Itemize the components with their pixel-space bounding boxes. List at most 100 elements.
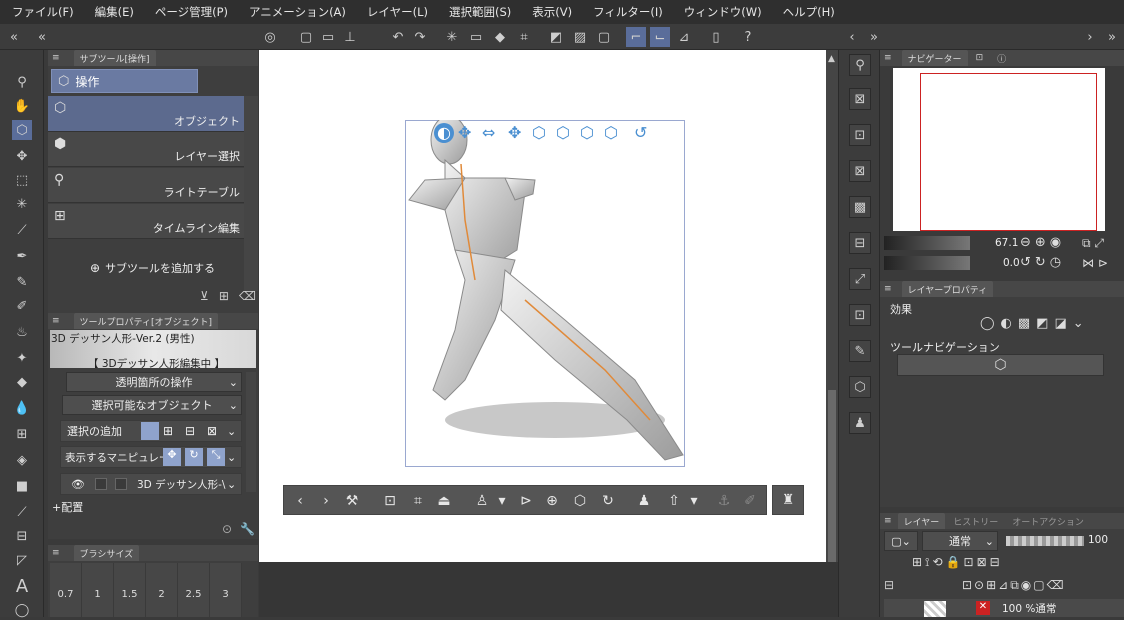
tab-auto-action[interactable]: オートアクション — [1012, 515, 1084, 528]
balloon-icon[interactable]: ◯ — [12, 600, 32, 620]
menu-icon[interactable]: ≡ — [884, 284, 892, 294]
rotate-manip-icon[interactable]: ↻ — [185, 448, 203, 466]
search-icon[interactable]: ⚲ — [849, 54, 871, 76]
new-file-icon[interactable]: ▢ — [296, 27, 316, 47]
chevron-down-icon[interactable]: ⌄ — [227, 425, 236, 438]
pose-icon[interactable]: ♙ — [472, 491, 492, 511]
menu-item-2[interactable]: ページ管理(P) — [155, 4, 228, 20]
tool-nav-button[interactable]: ⬡ — [897, 354, 1104, 376]
sub-tool-object[interactable]: ⬡ オブジェクト — [48, 96, 244, 132]
eye-icon[interactable]: 👁 — [71, 478, 85, 491]
collapse-left-icon[interactable]: « — [4, 27, 24, 47]
add-mode-new-icon[interactable] — [141, 422, 159, 440]
reset-rotation-icon[interactable]: ↻ — [598, 491, 618, 511]
undo-icon[interactable]: ↶ — [388, 27, 408, 47]
brush-size-cell[interactable]: 3 — [210, 563, 242, 617]
open-folder-icon[interactable]: ▭ — [318, 27, 338, 47]
tab-history[interactable]: ヒストリー — [953, 515, 998, 528]
tab-brush-size[interactable]: ブラシサイズ — [73, 545, 140, 561]
brush-size-cell[interactable]: 1 — [82, 563, 114, 617]
scroll-up-icon[interactable]: ▲ — [828, 54, 835, 64]
next-icon[interactable]: › — [316, 491, 336, 511]
snap-icon[interactable]: ↺ — [634, 123, 647, 142]
brush-size-cell[interactable]: 1.5 — [114, 563, 146, 617]
fit-screen-icon[interactable]: ⧉ ⤢ — [1082, 236, 1104, 251]
sub-tool-layer-select[interactable]: ⬢ レイヤー選択 — [48, 132, 244, 167]
clear-icon[interactable]: ▭ — [466, 27, 486, 47]
menu-icon[interactable]: ≡ — [52, 53, 60, 63]
info-icon[interactable]: ⓘ — [997, 52, 1006, 65]
tab-tool-property[interactable]: ツールプロパティ[オブジェクト] — [73, 313, 219, 329]
menu-item-5[interactable]: 選択範囲(S) — [449, 4, 511, 20]
grid-snap-icon[interactable]: ⊿ — [674, 27, 694, 47]
trash-icon[interactable]: ⌫ — [239, 289, 256, 303]
selection-icon[interactable]: ⬚ — [12, 170, 32, 190]
canvas-scrollbar[interactable]: ▲ — [826, 50, 838, 610]
lock-joint-icon[interactable]: ⊕ — [542, 491, 562, 511]
layer-object-row[interactable]: 👁 3D デッサン人形-\ ⌄ — [60, 473, 242, 495]
eraser-icon[interactable]: ◆ — [12, 372, 32, 392]
flip-view-icon[interactable]: ⋈ ⊳ — [1082, 256, 1108, 270]
wrench-icon[interactable]: 🔧 — [240, 522, 255, 536]
bucket-icon[interactable]: ◈ — [12, 450, 32, 470]
brush-size-cell[interactable]: 0.7 — [50, 563, 82, 617]
figure-icon[interactable]: ⟋ — [12, 502, 32, 522]
wrench-icon[interactable]: ⚒ — [342, 491, 362, 511]
close-panel-icon[interactable]: ⊠ — [849, 160, 871, 182]
canvas-icon[interactable]: ◎ — [260, 27, 280, 47]
transform-panel-icon[interactable]: ⤢ — [849, 268, 871, 290]
hand-icon[interactable]: ✋ — [12, 96, 32, 116]
rotate-x-icon[interactable]: ⬡ — [556, 123, 570, 142]
edit-icon[interactable]: ✐ — [740, 491, 760, 511]
chevron-down-icon[interactable]: ⌄ — [227, 451, 236, 464]
brush-size-cell[interactable]: 2.5 — [178, 563, 210, 617]
layer-search-icon[interactable]: ⊡ — [849, 124, 871, 146]
pattern-icon[interactable]: ▩ — [849, 196, 871, 218]
tab-layer-property[interactable]: レイヤープロパティ — [901, 281, 994, 297]
folder-icon[interactable]: ⊡ — [849, 304, 871, 326]
rotate-y-icon[interactable]: ⬡ — [580, 123, 594, 142]
add-mode-intersect-icon[interactable]: ⊠ — [207, 424, 217, 438]
tab-navigator[interactable]: ナビゲーター — [901, 50, 968, 66]
rotate-icon[interactable]: ⬡ — [532, 123, 546, 142]
move-plane-icon[interactable]: ✥ — [508, 123, 521, 142]
layer-row[interactable]: ✕ 100 %通常 — [884, 599, 1124, 617]
zoom-icon[interactable]: ⚲ — [12, 72, 32, 92]
effect-icons[interactable]: ◯◐▩◩◪⌄ — [980, 316, 1104, 336]
ground-icon[interactable]: ⏏ — [434, 491, 454, 511]
device-icon[interactable]: ▯ — [706, 27, 726, 47]
move-manip-icon[interactable]: ✥ — [163, 448, 181, 466]
opacity-slider[interactable] — [1006, 536, 1084, 546]
menu-item-8[interactable]: ウィンドウ(W) — [684, 4, 762, 20]
tab-sub-tool[interactable]: サブツール[操作] — [73, 50, 156, 66]
blend-icon[interactable]: 💧 — [12, 398, 32, 418]
save-icon[interactable]: ⊥ — [340, 27, 360, 47]
prev-icon[interactable]: ‹ — [290, 491, 310, 511]
help-icon[interactable]: ? — [738, 27, 758, 47]
expand-right2-icon[interactable]: » — [1102, 27, 1122, 47]
duplicate-icon[interactable]: ⊞ — [219, 289, 229, 303]
blend-mode-dropdown[interactable]: 通常 ⌄ — [922, 531, 998, 551]
eyedropper-icon[interactable]: ⟋ — [12, 220, 32, 240]
panel2-icon[interactable]: ⊟ — [849, 232, 871, 254]
fit-icon[interactable]: ⌗ — [408, 491, 428, 511]
layer-actions[interactable]: ⊡⊙⊞⊿⧉◉▢⌫ — [962, 578, 1066, 593]
brush-icon[interactable]: ✐ — [12, 296, 32, 316]
register-pose-icon[interactable]: ⇧ — [664, 491, 684, 511]
collapse-right-icon[interactable]: ‹ — [842, 27, 862, 47]
figure-edit-button[interactable]: ♜ — [772, 485, 804, 515]
navigator-viewport[interactable] — [920, 73, 1097, 231]
add-mode-add-icon[interactable]: ⊞ — [163, 424, 173, 438]
add-sub-tool-button[interactable]: ⊕ サブツールを追加する — [90, 260, 215, 276]
menu-item-3[interactable]: アニメーション(A) — [249, 4, 346, 20]
sub-tool-light-table[interactable]: ⚲ ライトテーブル — [48, 168, 244, 203]
pencil-icon[interactable]: ✎ — [12, 272, 32, 292]
collapse-left2-icon[interactable]: « — [32, 27, 52, 47]
invert-icon[interactable]: ▢ — [594, 27, 614, 47]
crop-icon[interactable]: ⌗ — [514, 27, 534, 47]
balloon-tail-icon[interactable]: ◸ — [12, 550, 32, 570]
menu-item-0[interactable]: ファイル(F) — [12, 4, 74, 20]
zoom-controls[interactable]: ⊖⊕◉ — [1020, 235, 1065, 250]
move-icon[interactable]: ✥ — [12, 146, 32, 166]
material-icon[interactable]: ⊠ — [849, 88, 871, 110]
